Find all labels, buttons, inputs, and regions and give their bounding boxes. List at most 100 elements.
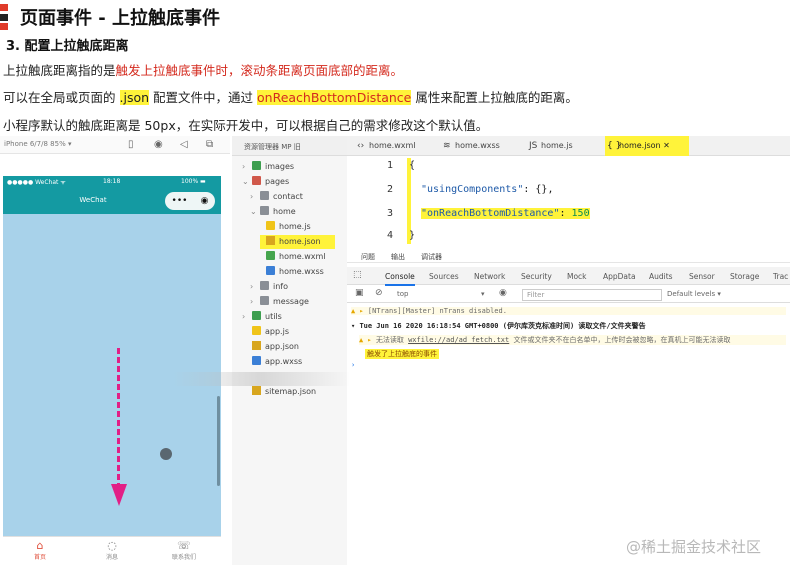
caret-icon: › xyxy=(250,282,254,291)
code-key: "usingComponents" xyxy=(421,184,524,195)
tab-home[interactable]: ⌂ 首页 xyxy=(15,539,65,561)
tree-item-images[interactable]: › images xyxy=(242,160,294,174)
devtools-tab-mock[interactable]: Mock xyxy=(567,272,587,281)
page-scrollbar[interactable] xyxy=(217,396,220,486)
menu-capsule[interactable]: ••• ◉ xyxy=(165,192,215,210)
window-icon[interactable]: ⧉ xyxy=(206,139,213,150)
tab-contact[interactable]: ☏ 联系我们 xyxy=(159,539,209,561)
paragraph-2-text-c: 属性来配置上拉触底的距离。 xyxy=(415,90,578,105)
devtools-tab-audits[interactable]: Audits xyxy=(649,272,673,281)
devtools-tab-security[interactable]: Security xyxy=(521,272,552,281)
simulator-toolbar: iPhone 6/7/8 85% ▾ ▯ ◉ ◁ ⧉ xyxy=(0,136,230,154)
tree-item-contact[interactable]: › contact xyxy=(250,190,303,204)
title-bar-1 xyxy=(0,4,8,11)
panel-tab-problems[interactable]: 问题 xyxy=(361,252,375,262)
json-file-icon xyxy=(252,341,261,350)
tree-item-app-wxss[interactable]: app.wxss xyxy=(252,355,302,369)
console-filter-input[interactable]: Filter xyxy=(522,289,662,301)
tree-label: pages xyxy=(265,177,290,186)
tree-item-sitemap-json[interactable]: sitemap.json xyxy=(252,385,316,399)
tree-item-home-json[interactable]: home.json xyxy=(260,235,335,249)
line-number: 1 xyxy=(386,160,393,171)
caret-icon: › xyxy=(250,192,254,201)
console-prompt-icon[interactable]: › xyxy=(351,361,355,369)
console-toolbar: ▣ ⊘ top ▾ ◉ Filter Default levels ▾ xyxy=(347,287,790,303)
tree-label: home.wxss xyxy=(279,267,324,276)
paragraph-2-property-highlight: onReachBottomDistance xyxy=(257,90,412,105)
panel-tab-debugger[interactable]: 调试器 xyxy=(421,252,442,262)
context-select[interactable]: top xyxy=(397,290,408,298)
watermark: @稀土掘金技术社区 xyxy=(626,538,762,556)
tab-label: home.json xyxy=(619,141,661,150)
folder-icon xyxy=(260,281,269,290)
editor-tab-home-json[interactable]: { } home.json ✕ xyxy=(605,136,689,156)
file-link[interactable]: wxfile://ad/ad_fetch.txt xyxy=(408,336,509,344)
clear-console-icon[interactable]: ⊘ xyxy=(375,288,383,298)
home-icon: ⌂ xyxy=(36,539,44,552)
paragraph-1: 上拉触底距离指的是触发上拉触底事件时，滚动条距离页面底部的距离。 xyxy=(3,60,403,79)
volume-icon[interactable]: ◁ xyxy=(180,139,188,150)
tab-label: home.js xyxy=(541,141,573,150)
tree-label: app.js xyxy=(265,327,289,336)
wxml-file-icon xyxy=(266,251,275,260)
devtools-tab-storage[interactable]: Storage xyxy=(730,272,759,281)
devtools-tab-appdata[interactable]: AppData xyxy=(603,272,636,281)
devtools-tab-sources[interactable]: Sources xyxy=(429,272,459,281)
tree-label: app.json xyxy=(265,342,299,351)
code-key: "onReachBottomDistance" xyxy=(421,208,560,219)
title-bar-2 xyxy=(0,13,8,21)
tree-label: utils xyxy=(265,312,282,321)
tree-item-home-wxss[interactable]: home.wxss xyxy=(266,265,324,279)
inspect-icon[interactable]: ⬚ xyxy=(353,270,362,280)
log-levels-select[interactable]: Default levels ▾ xyxy=(667,290,721,298)
tree-item-app-js[interactable]: app.js xyxy=(252,325,289,339)
editor-tab-home-wxss[interactable]: ≋ home.wxss xyxy=(441,136,523,156)
devtools-tab-network[interactable]: Network xyxy=(474,272,505,281)
line-number: 2 xyxy=(386,184,393,195)
devtools-tab-sensor[interactable]: Sensor xyxy=(689,272,715,281)
tree-item-pages[interactable]: ⌄ pages xyxy=(242,175,289,189)
tree-item-app-json[interactable]: app.json xyxy=(252,340,299,354)
eye-icon[interactable]: ◉ xyxy=(499,288,507,298)
panel-tab-output[interactable]: 输出 xyxy=(391,252,405,262)
expand-icon[interactable]: ▾ xyxy=(351,322,355,330)
tree-item-home-js[interactable]: home.js xyxy=(266,220,311,234)
paragraph-2: 可以在全局或页面的 .json 配置文件中，通过 onReachBottomDi… xyxy=(3,87,578,106)
tree-label: home.js xyxy=(279,222,311,231)
close-miniprogram-icon[interactable]: ◉ xyxy=(201,196,209,206)
tree-item-message[interactable]: › message xyxy=(250,295,309,309)
explorer-header: 资源管理器 MP 旧 xyxy=(232,136,347,156)
tree-item-info[interactable]: › info xyxy=(250,280,288,294)
tree-item-home-wxml[interactable]: home.wxml xyxy=(266,250,326,264)
scroll-down-arrow xyxy=(117,348,121,498)
tab-message[interactable]: ◌ 消息 xyxy=(87,539,137,561)
close-icon[interactable]: ✕ xyxy=(663,141,670,150)
code-rest: : xyxy=(559,208,572,219)
tree-item-utils[interactable]: › utils xyxy=(242,310,282,324)
touch-pointer xyxy=(160,448,172,460)
status-carrier: ●●●●● WeChat ᯤ xyxy=(7,179,66,186)
devtools-tab-console[interactable]: Console xyxy=(385,272,415,286)
editor-tab-home-wxml[interactable]: ‹› home.wxml xyxy=(355,136,435,156)
tab-contact-label: 联系我们 xyxy=(171,554,196,561)
tree-label: images xyxy=(265,162,295,171)
code-editor[interactable]: 1 { 2 "usingComponents": {}, 3 "onReachB… xyxy=(347,156,790,249)
chevron-down-icon[interactable]: ▾ xyxy=(481,290,485,298)
record-icon[interactable]: ◉ xyxy=(154,139,163,150)
caret-icon: › xyxy=(242,312,246,321)
editor-tab-home-js[interactable]: JS home.js xyxy=(527,136,597,156)
devtools-tab-trace[interactable]: Trac xyxy=(773,272,788,281)
file-explorer: › images ⌄ pages › contact ⌄ home home.js ho… xyxy=(232,156,347,565)
js-file-icon xyxy=(252,326,261,335)
phone-icon[interactable]: ▯ xyxy=(128,139,134,150)
paragraph-2-text-a: 可以在全局或页面的 xyxy=(3,90,116,105)
phone-screen[interactable]: ●●●●● WeChat ᯤ 18:18 100% ▬ WeChat ••• ◉… xyxy=(3,176,221,565)
sidebar-toggle-icon[interactable]: ▣ xyxy=(355,288,364,298)
tree-label: home xyxy=(273,207,296,216)
console-log-3: ▲ ▸ 无法读取 wxfile://ad/ad_fetch.txt 文件或文件夹… xyxy=(359,335,786,345)
more-icon[interactable]: ••• xyxy=(172,196,188,206)
console-log-1-text: [NTrans][Master] nTrans disabled. xyxy=(367,307,507,315)
device-model-select[interactable]: iPhone 6/7/8 85% ▾ xyxy=(4,140,71,148)
tree-item-home[interactable]: ⌄ home xyxy=(250,205,296,219)
line-number: 3 xyxy=(386,208,393,219)
